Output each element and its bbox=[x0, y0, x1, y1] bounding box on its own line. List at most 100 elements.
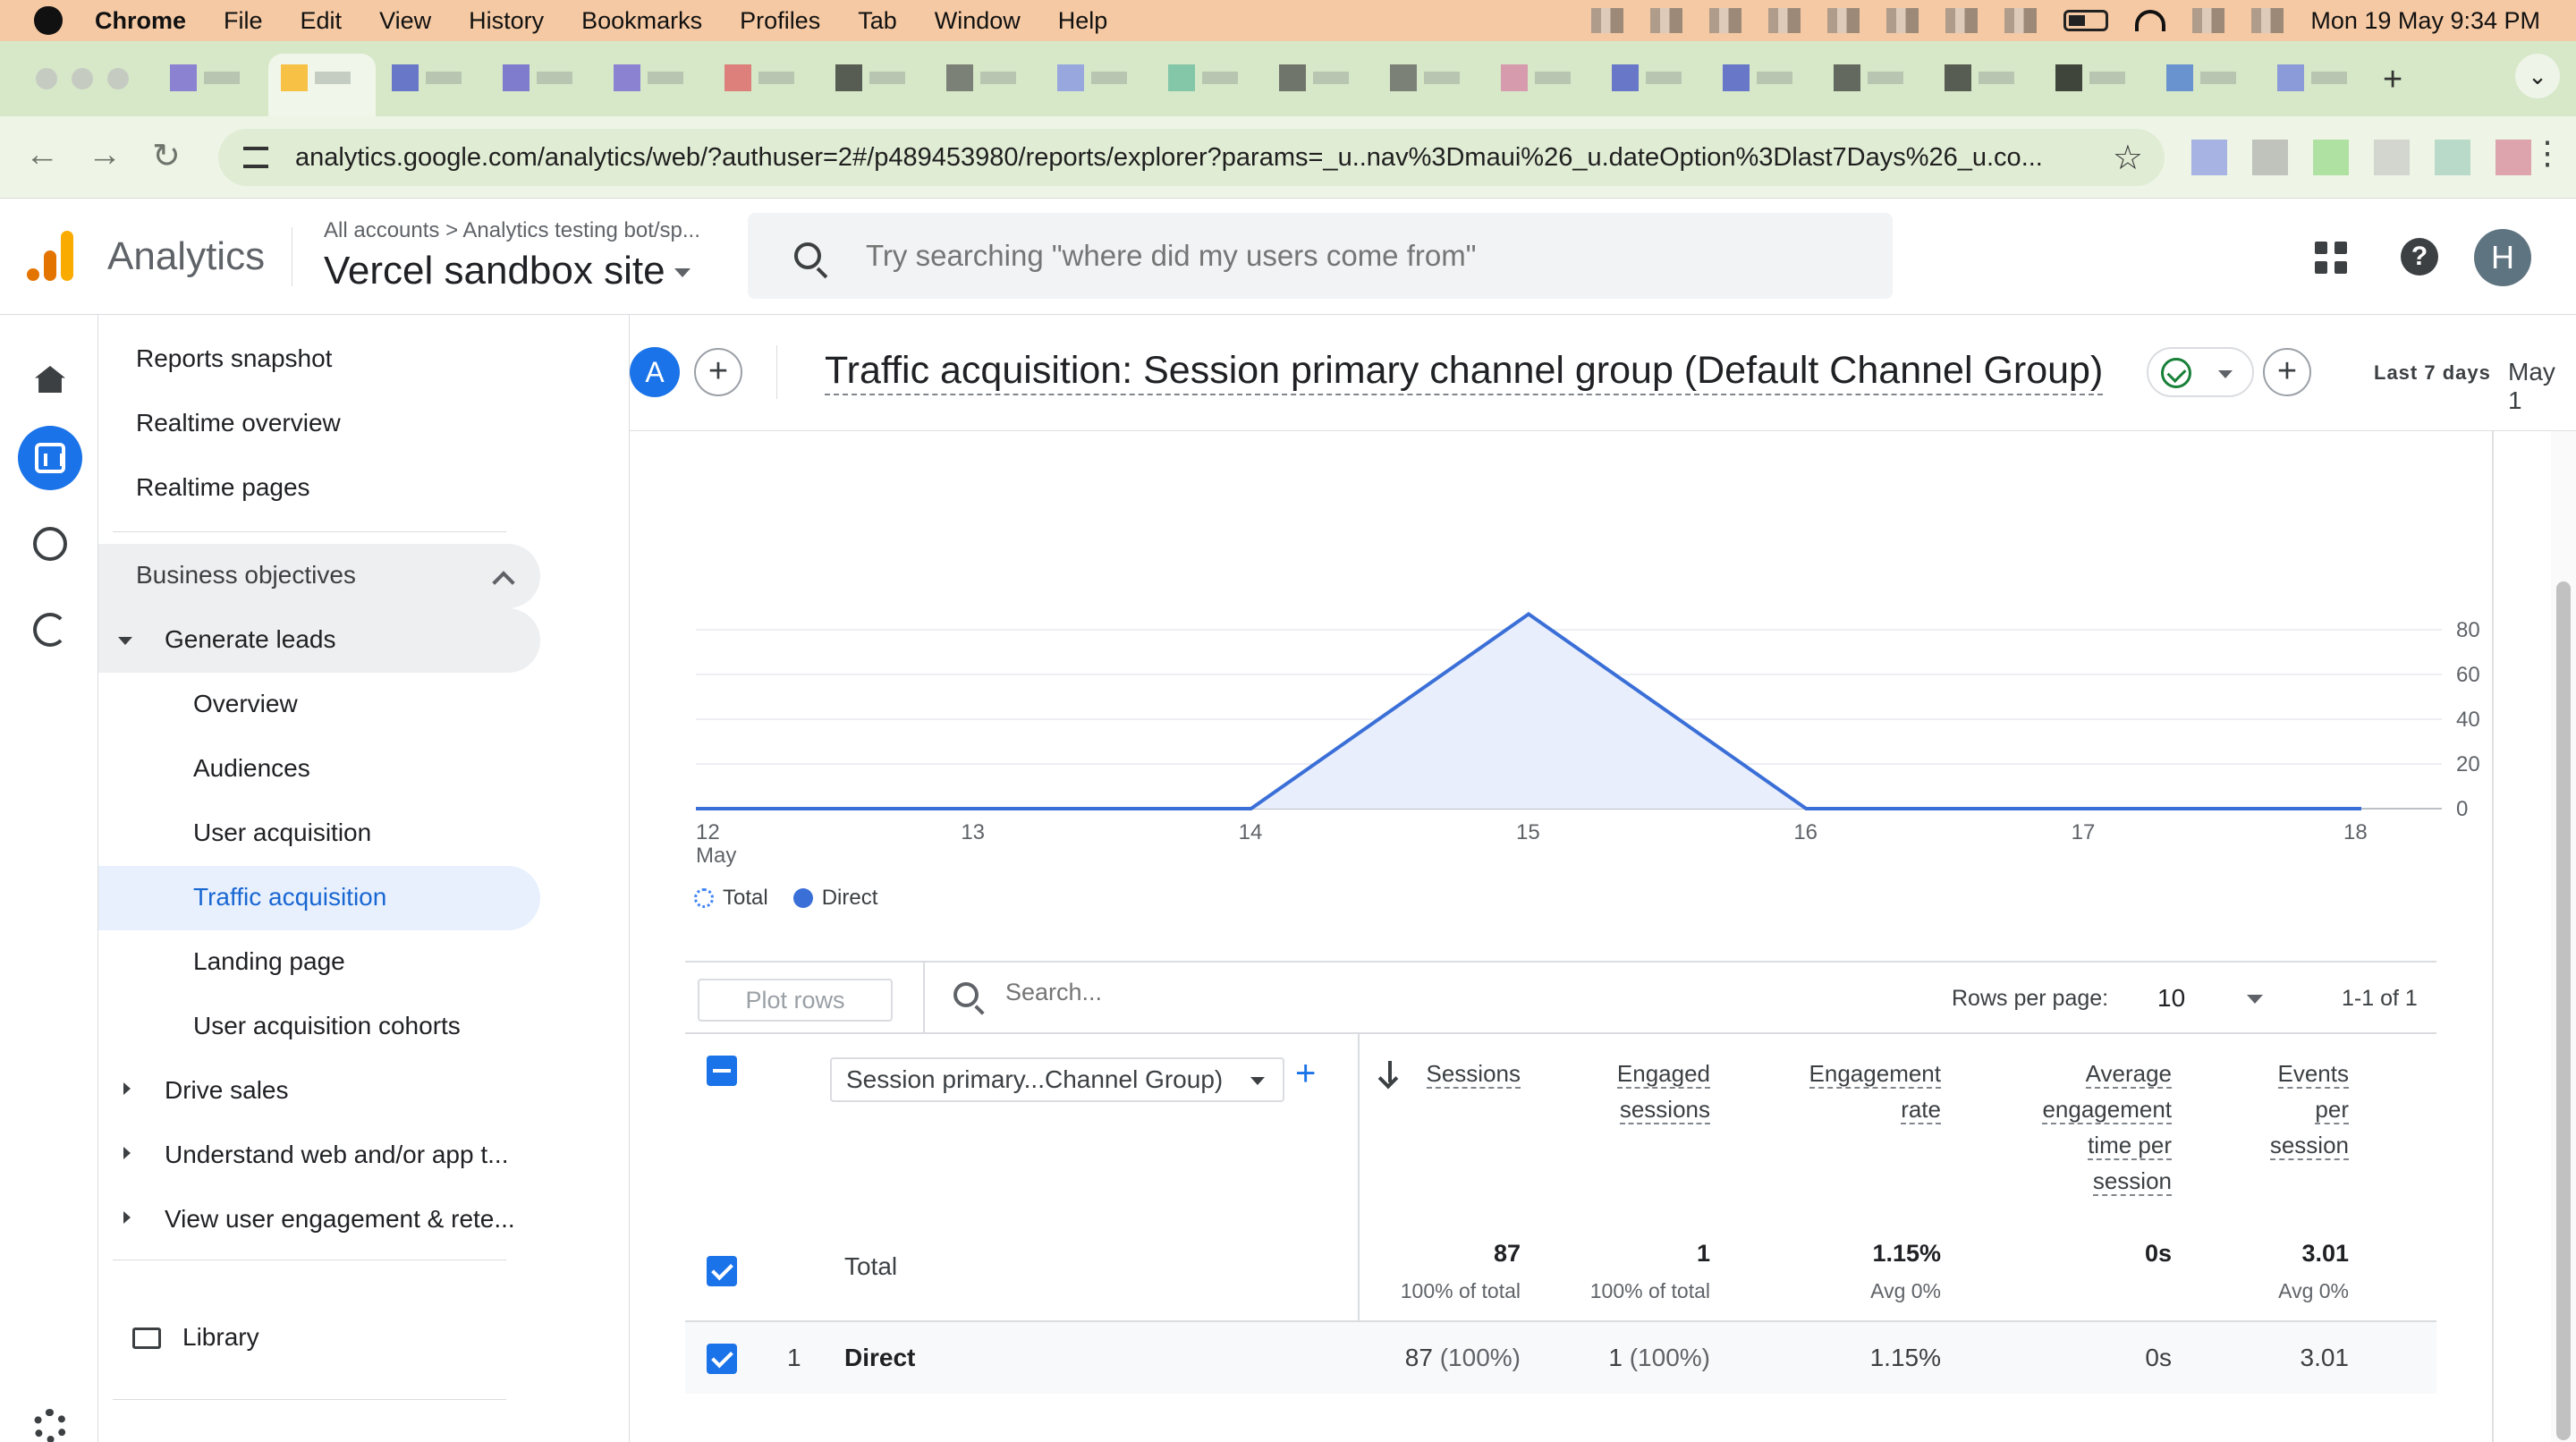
forward-arrow-icon[interactable]: → bbox=[88, 136, 122, 174]
add-report-button[interactable]: + bbox=[2263, 348, 2311, 396]
sidebar-item-traffic-acquisition[interactable]: Traffic acquisition bbox=[193, 866, 386, 929]
sidebar-item-drive-sales[interactable]: Drive sales bbox=[165, 1059, 288, 1122]
sidebar-item-audiences[interactable]: Audiences bbox=[193, 737, 310, 800]
browser-tab[interactable] bbox=[1945, 63, 2034, 93]
window-minimize-button[interactable] bbox=[72, 68, 93, 89]
reports-nav-button[interactable] bbox=[18, 426, 82, 490]
sidebar-item-reports-snapshot[interactable]: Reports snapshot bbox=[136, 327, 332, 390]
col-header-engagement-rate[interactable]: Engagement rate bbox=[1726, 1056, 1941, 1127]
home-nav-button[interactable] bbox=[18, 347, 82, 411]
browser-tab[interactable] bbox=[1279, 63, 1368, 93]
col-header-avg-engagement-time[interactable]: Average engagement time per session bbox=[1950, 1056, 2172, 1199]
wifi-icon[interactable] bbox=[2135, 10, 2166, 31]
sort-descending-icon[interactable] bbox=[1388, 1061, 1392, 1082]
account-avatar[interactable]: H bbox=[2474, 229, 2531, 286]
page-scrollbar-thumb[interactable] bbox=[2556, 581, 2571, 1440]
account-breadcrumb[interactable]: All accounts > Analytics testing bot/sp.… bbox=[324, 218, 700, 243]
browser-tab[interactable] bbox=[1501, 63, 1590, 93]
sidebar-item-library[interactable]: Library bbox=[182, 1306, 259, 1369]
tab-search-icon[interactable]: ⌄ bbox=[2515, 54, 2560, 98]
advertising-nav-button[interactable] bbox=[18, 598, 82, 662]
col-header-events-per-session[interactable]: Events per session bbox=[2191, 1056, 2349, 1163]
plot-rows-button[interactable]: Plot rows bbox=[698, 979, 893, 1022]
sidebar-item-realtime-pages[interactable]: Realtime pages bbox=[136, 456, 310, 519]
browser-tab[interactable] bbox=[170, 63, 259, 93]
browser-tab[interactable] bbox=[724, 63, 814, 93]
url-text[interactable]: analytics.google.com/analytics/web/?auth… bbox=[295, 143, 2043, 173]
status-extra-icon[interactable] bbox=[1827, 8, 1860, 33]
menu-profiles[interactable]: Profiles bbox=[740, 7, 820, 35]
menu-help[interactable]: Help bbox=[1058, 7, 1108, 35]
extension-icon[interactable] bbox=[2191, 140, 2227, 175]
row-checkbox[interactable] bbox=[707, 1344, 737, 1374]
extension-icon[interactable] bbox=[2435, 140, 2470, 175]
sidebar-item-overview[interactable]: Overview bbox=[193, 673, 298, 735]
table-search-input[interactable] bbox=[1005, 979, 1363, 1006]
report-title[interactable]: Traffic acquisition: Session primary cha… bbox=[825, 347, 2104, 395]
menu-history[interactable]: History bbox=[469, 7, 544, 35]
site-settings-icon[interactable] bbox=[243, 147, 268, 168]
sidebar-item-user-acquisition[interactable]: User acquisition bbox=[193, 802, 371, 864]
legend-direct-swatch[interactable] bbox=[792, 888, 813, 908]
browser-tab[interactable] bbox=[281, 63, 370, 93]
menu-bookmarks[interactable]: Bookmarks bbox=[581, 7, 702, 35]
battery-icon[interactable] bbox=[2063, 10, 2109, 31]
sidebar-item-business-objectives[interactable]: Business objectives bbox=[136, 544, 356, 606]
help-icon[interactable]: ? bbox=[2401, 238, 2438, 276]
admin-nav-button[interactable] bbox=[18, 1394, 82, 1442]
legend-direct-label[interactable]: Direct bbox=[822, 886, 878, 911]
analytics-logo-icon[interactable] bbox=[27, 231, 73, 281]
status-extra-icon[interactable] bbox=[1945, 8, 1979, 33]
menu-window[interactable]: Window bbox=[935, 7, 1021, 35]
col-header-sessions[interactable]: Sessions bbox=[1395, 1056, 1521, 1091]
sidebar-item-user-acquisition-cohorts[interactable]: User acquisition cohorts bbox=[193, 995, 461, 1057]
browser-tab[interactable] bbox=[2166, 63, 2256, 93]
browser-tab[interactable] bbox=[946, 63, 1036, 93]
property-picker[interactable]: Vercel sandbox site bbox=[324, 249, 691, 293]
extension-icon[interactable] bbox=[2313, 140, 2349, 175]
status-extra-icon[interactable] bbox=[2004, 8, 2038, 33]
caret-down-icon[interactable] bbox=[2247, 995, 2263, 1004]
spotlight-icon[interactable] bbox=[2192, 8, 2225, 33]
extension-icon[interactable] bbox=[2374, 140, 2410, 175]
extension-icon[interactable] bbox=[2252, 140, 2288, 175]
bookmark-star-icon[interactable]: ☆ bbox=[2113, 138, 2143, 178]
browser-tab[interactable] bbox=[503, 63, 592, 93]
browser-tab[interactable] bbox=[2055, 63, 2145, 93]
ga-search-box[interactable] bbox=[748, 213, 1893, 299]
browser-tab[interactable] bbox=[392, 63, 481, 93]
sidebar-item-user-engagement[interactable]: View user engagement & rete... bbox=[165, 1188, 515, 1251]
rows-per-page-select[interactable]: 10 bbox=[2157, 984, 2185, 1013]
product-name[interactable]: Analytics bbox=[107, 234, 265, 279]
browser-tab[interactable] bbox=[835, 63, 925, 93]
browser-tab[interactable] bbox=[1723, 63, 1812, 93]
browser-tab[interactable] bbox=[1168, 63, 1258, 93]
control-center-icon[interactable] bbox=[2251, 8, 2284, 33]
browser-tab[interactable] bbox=[614, 63, 703, 93]
browser-tab[interactable] bbox=[1834, 63, 1923, 93]
browser-tab[interactable] bbox=[2277, 63, 2367, 93]
legend-total-label[interactable]: Total bbox=[723, 886, 768, 911]
back-arrow-icon[interactable]: ← bbox=[25, 136, 59, 174]
date-range-label[interactable]: Last 7 days bbox=[2374, 361, 2491, 385]
col-header-engaged-sessions[interactable]: Engaged sessions bbox=[1538, 1056, 1710, 1127]
status-extra-icon[interactable] bbox=[1709, 8, 1742, 33]
reload-icon[interactable]: ↻ bbox=[152, 136, 181, 176]
legend-total-swatch[interactable] bbox=[694, 888, 714, 908]
browser-tab[interactable] bbox=[1612, 63, 1701, 93]
browser-tab[interactable] bbox=[1057, 63, 1147, 93]
sidebar-item-generate-leads[interactable]: Generate leads bbox=[165, 608, 335, 671]
menu-view[interactable]: View bbox=[379, 7, 431, 35]
sidebar-item-understand-traffic[interactable]: Understand web and/or app t... bbox=[165, 1124, 508, 1186]
new-tab-button[interactable]: + bbox=[2383, 61, 2402, 99]
window-close-button[interactable] bbox=[36, 68, 57, 89]
add-dimension-button[interactable]: + bbox=[1295, 1054, 1316, 1094]
row-dimension-value[interactable]: Direct bbox=[844, 1344, 915, 1372]
explore-nav-button[interactable] bbox=[18, 512, 82, 576]
sidebar-item-landing-page[interactable]: Landing page bbox=[193, 930, 345, 993]
comparison-chip[interactable]: A bbox=[630, 347, 680, 397]
menubar-clock[interactable]: Mon 19 May 9:34 PM bbox=[2310, 7, 2540, 35]
menu-edit[interactable]: Edit bbox=[301, 7, 343, 35]
browser-tab[interactable] bbox=[1390, 63, 1479, 93]
status-extra-icon[interactable] bbox=[1591, 8, 1624, 33]
